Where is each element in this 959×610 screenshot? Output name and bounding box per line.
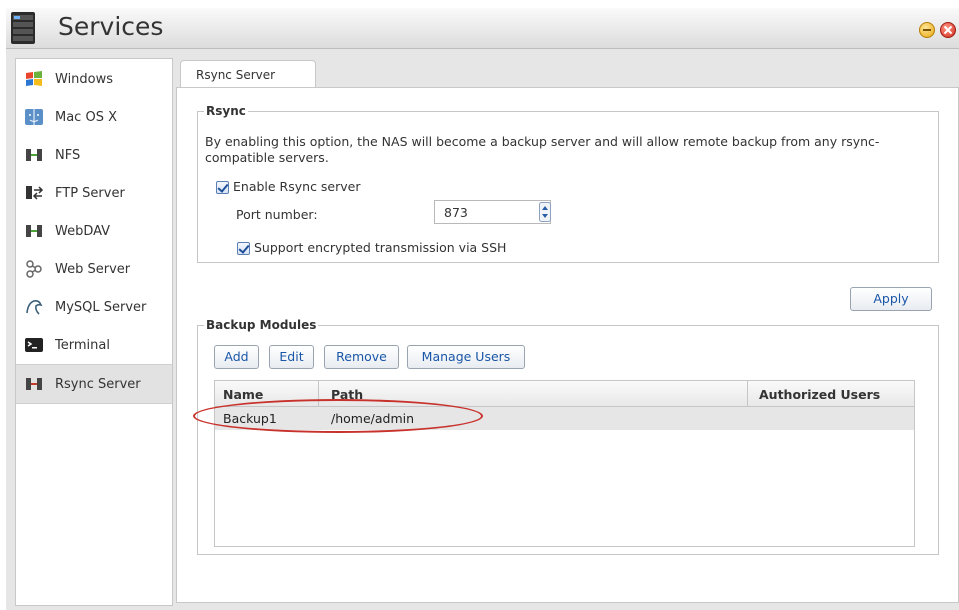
windows-icon [26,71,42,86]
port-number-input[interactable]: 873 [434,200,551,224]
sidebar-item-webdav[interactable]: WebDAV [16,212,172,250]
sidebar-item-label: MySQL Server [55,299,147,315]
webdav-icon [26,225,42,237]
terminal-icon [25,338,43,352]
mysql-server-icon [26,300,43,315]
sidebar-item-ftp-server[interactable]: FTP Server [16,174,172,212]
sidebar-item-web-server[interactable]: Web Server [16,250,172,288]
sidebar-item-label: NFS [55,147,81,163]
sidebar-item-mac-os-x[interactable]: Mac OS X [16,98,172,136]
tab-rsync-server[interactable]: Rsync Server [180,60,316,88]
sidebar-item-label: Windows [55,71,114,87]
ssh-encryption-label[interactable]: Support encrypted transmission via SSH [254,240,506,255]
manage-users-button[interactable]: Manage Users [407,345,525,369]
remove-button[interactable]: Remove [324,345,399,369]
apply-button[interactable]: Apply [850,287,932,311]
sidebar-item-nfs[interactable]: NFS [16,136,172,174]
sidebar-item-label: FTP Server [55,185,125,201]
web-server-icon [26,260,42,278]
sidebar-item-label: Rsync Server [55,376,141,392]
sidebar-item-windows[interactable]: Windows [16,60,172,98]
enable-rsync-checkbox[interactable] [216,181,229,194]
mac-os-x-icon [25,109,43,125]
sidebar-item-rsync-server[interactable]: Rsync Server [16,364,172,404]
sidebar-item-mysql-server[interactable]: MySQL Server [16,288,172,326]
minimize-button[interactable] [919,22,935,38]
close-button[interactable] [940,22,956,38]
column-header-name[interactable]: Name [223,387,263,402]
annotation-oval [193,399,483,433]
sidebar-item-label: Mac OS X [55,109,117,125]
backup-modules-legend: Backup Modules [206,318,317,332]
port-spinner-icon[interactable] [539,202,551,222]
rsync-description: By enabling this option, the NAS will be… [205,134,880,165]
sidebar-item-label: WebDAV [55,223,111,239]
sidebar-item-terminal[interactable]: Terminal [16,326,172,364]
enable-rsync-label[interactable]: Enable Rsync server [233,179,360,194]
server-stack-icon [11,12,35,44]
sidebar-item-label: Web Server [55,261,131,277]
sidebar-item-label: Terminal [55,337,110,353]
ssh-encryption-checkbox[interactable] [237,242,250,255]
column-header-authorized-users[interactable]: Authorized Users [759,387,880,402]
ftp-server-icon [26,186,44,200]
rsync-legend: Rsync [206,104,246,118]
window-title: Services [58,12,164,41]
edit-button[interactable]: Edit [269,345,314,369]
title-bar: Services [6,8,959,49]
nfs-icon [26,149,42,161]
add-button[interactable]: Add [214,345,259,369]
rsync-server-icon [26,378,42,390]
service-sidebar: Windows Mac OS X NFS FTP Server WebDAV W… [15,58,173,606]
port-number-label: Port number: [236,207,318,222]
